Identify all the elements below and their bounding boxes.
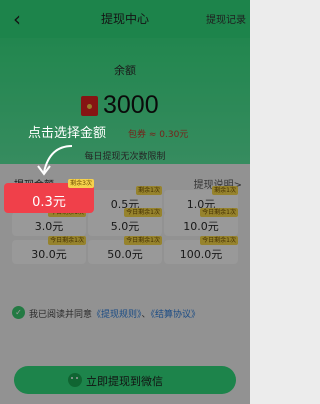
pointer-arrow-icon [37,145,73,176]
remaining-count-badge: 剩余3次 [68,179,94,188]
amount-option-selected[interactable]: 0.3元 剩余3次 [4,179,94,213]
amount-option-value: 0.3元 [32,195,66,210]
tutorial-hint-text: 点击选择金额 [28,126,107,141]
